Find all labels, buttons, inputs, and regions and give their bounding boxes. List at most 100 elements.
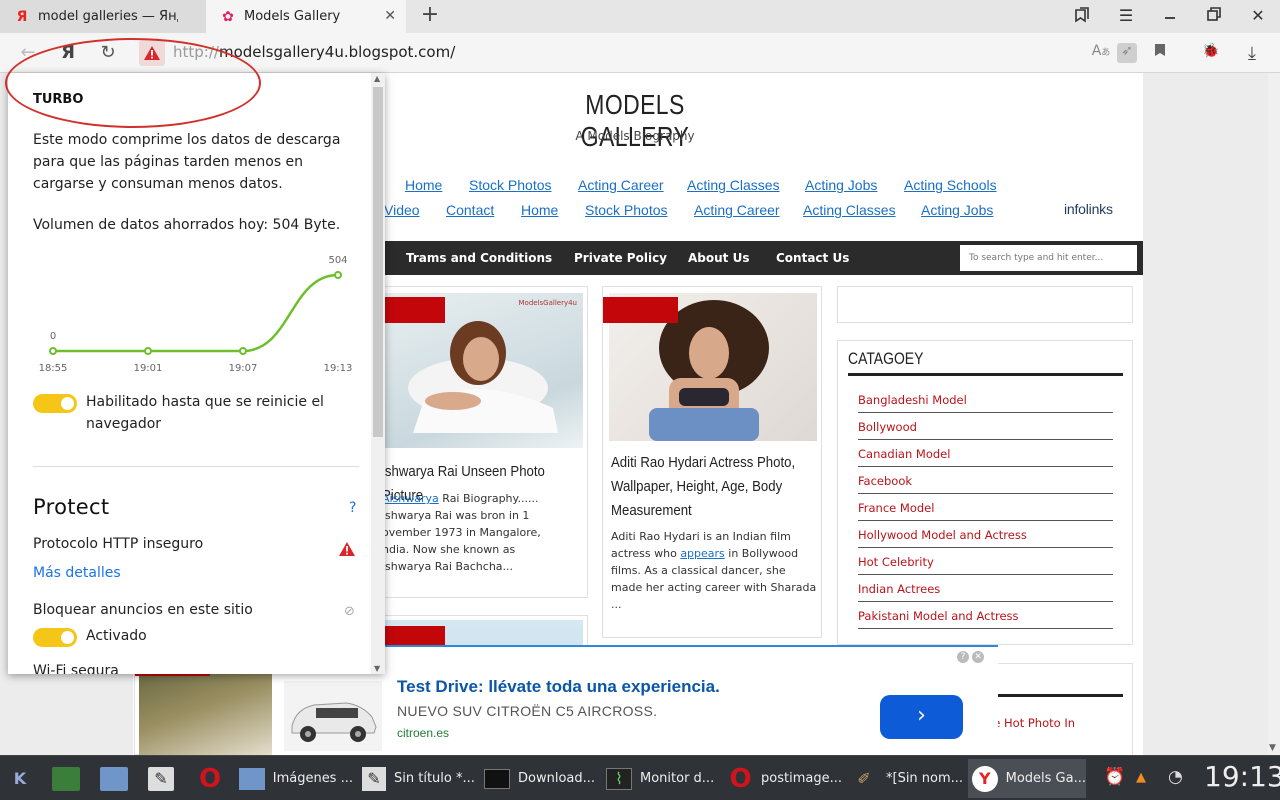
block-ads-status: Activado [86,628,147,644]
ad-car-image[interactable] [284,681,382,751]
ad-info-icon[interactable]: ? [957,651,969,663]
nav-link-stock-photos[interactable]: Stock Photos [469,177,552,193]
file-manager-launcher[interactable] [96,759,136,798]
menu-icon[interactable]: ☰ [1115,6,1137,26]
page-scrollbar[interactable]: ▼ [1268,73,1280,755]
ad-close-icon[interactable]: ✕ [972,651,985,663]
insecure-http-label: Protocolo HTTP inseguro [33,536,204,552]
scroll-down-icon[interactable]: ▼ [374,664,380,673]
tray-expand-icon[interactable]: ▲ [1136,770,1146,785]
post-title[interactable]: Aditi Rao Hydari Actress Photo, Wallpape… [611,451,813,523]
menu-about[interactable]: About Us [688,251,749,265]
reload-icon[interactable]: ↻ [96,41,120,65]
taskbar-item-postimage[interactable]: Opostimage... [724,759,842,798]
category-item[interactable]: Pakistani Model and Actress [858,602,1113,629]
scroll-down-icon[interactable]: ▼ [1269,743,1276,753]
nav-link-home[interactable]: Home [405,177,442,193]
menu-privacy[interactable]: Private Policy [574,251,667,265]
category-item[interactable]: Canadian Model [858,440,1113,467]
block-ads-toggle[interactable] [33,628,77,647]
nav-link-acting-jobs[interactable]: Acting Jobs [805,177,877,193]
post-excerpt-link[interactable]: Aishwarya [382,492,439,505]
more-details-link[interactable]: Más detalles [33,565,121,581]
toggle-knob [61,397,74,410]
ad-domain[interactable]: citroen.es [397,726,449,740]
tab-models-gallery[interactable]: ✿ Models Gallery ✕ [206,0,406,33]
taskbar-item-untitled[interactable]: ✎ Sin título *... [358,759,476,798]
chart-x-tick-label: 19:07 [229,363,258,374]
text-editor-launcher[interactable]: ✎ [144,759,184,798]
nav-link-stock-photos-2[interactable]: Stock Photos [585,202,668,218]
bookmarks-panel-icon[interactable] [1071,6,1093,26]
protect-help-link[interactable]: ? [349,500,356,516]
taskbar-item-download[interactable]: Download... [480,759,598,798]
scroll-up-icon[interactable]: ▲ [374,74,380,83]
network-icon[interactable]: ◔ [1168,767,1183,787]
category-item[interactable]: Indian Actrees [858,575,1113,602]
watermark-text: ModelsGallery4u [518,299,578,307]
address-bar: ← Я ↻ http://modelsgallery4u.blogspot.co… [0,33,1280,73]
taskbar-item-images[interactable]: Imágenes ... [235,759,353,798]
restore-icon[interactable] [1203,6,1225,26]
post-card-aishwarya[interactable]: ModelsGallery4u ishwarya Rai Unseen Phot… [370,286,588,598]
back-arrow-icon[interactable]: ← [16,41,40,65]
download-icon[interactable]: ⤓ [1242,43,1262,64]
nav-link-acting-classes[interactable]: Acting Classes [687,177,780,193]
ladybug-extension-icon[interactable]: 🐞 [1201,43,1221,63]
tab-yandex-search[interactable]: Я model galleries — Яндекс [0,0,206,33]
tab-title: Models Gallery [244,9,341,24]
chart-point [49,347,57,355]
close-window-icon[interactable]: ✕ [1247,6,1269,26]
site-title[interactable]: MODELS GALLERY [541,89,730,153]
block-ads-icon[interactable]: ⊘ [344,604,355,619]
nav-link-acting-schools[interactable]: Acting Schools [904,177,997,193]
translate-icon[interactable]: Aあ [1091,43,1111,63]
category-item[interactable]: Hollywood Model and Actress [858,521,1113,548]
yandex-home-icon[interactable]: Я [56,41,80,65]
nav-link-video[interactable]: Video [384,202,420,218]
ad-info-close-icons[interactable]: ? ✕ [957,651,985,663]
toggle-knob [61,631,74,644]
category-item[interactable]: Bollywood [858,413,1113,440]
post-card-aditi[interactable]: Aditi Rao Hydari Actress Photo, Wallpape… [602,286,822,638]
block-ads-label: Bloquear anuncios en este sitio [33,602,253,618]
alarm-clock-icon[interactable]: ⏰ [1104,767,1125,787]
site-tagline: A Models Biography [575,129,695,143]
category-item[interactable]: Hot Celebrity [858,548,1113,575]
post-excerpt-link[interactable]: appears [680,547,724,560]
infolinks-logo[interactable]: infolinks [1064,201,1113,217]
opera-launcher[interactable]: O [192,759,232,798]
nav-link-acting-career[interactable]: Acting Career [578,177,664,193]
turbo-rocket-icon[interactable]: ➶ [1117,43,1137,63]
close-tab-icon[interactable]: ✕ [384,8,396,24]
system-monitor-launcher[interactable] [48,759,88,798]
site-search-input[interactable] [960,245,1137,271]
kde-launcher-icon[interactable]: K [4,759,40,798]
turbo-title: TURBO [33,92,84,107]
turbo-toggle[interactable] [33,394,77,413]
nav-link-acting-classes-2[interactable]: Acting Classes [803,202,896,218]
nav-link-home-2[interactable]: Home [521,202,558,218]
nav-link-acting-career-2[interactable]: Acting Career [694,202,780,218]
taskbar-item-monitor[interactable]: ⌇ Monitor d... [602,759,720,798]
ad-cta-button[interactable]: › [880,695,963,739]
url-field[interactable]: http://modelsgallery4u.blogspot.com/ [173,43,455,61]
category-item[interactable]: Bangladeshi Model [858,386,1113,413]
ad-title[interactable]: Test Drive: llévate toda una experiencia… [397,677,720,697]
category-item[interactable]: France Model [858,494,1113,521]
security-warning-button[interactable] [139,40,165,66]
bookmark-icon[interactable] [1150,43,1170,63]
recent-post-link[interactable]: ne Hot Photo In [986,716,1075,730]
popup-scrollbar[interactable]: ▲ ▼ [371,73,385,674]
clock[interactable]: 19:13 [1204,760,1280,793]
category-item[interactable]: Facebook [858,467,1113,494]
menu-terms[interactable]: Trams and Conditions [406,251,552,265]
menu-contact[interactable]: Contact Us [776,251,849,265]
new-tab-button[interactable]: + [418,4,442,28]
nav-link-acting-jobs-2[interactable]: Acting Jobs [921,202,993,218]
popup-scroll-thumb[interactable] [373,87,383,437]
nav-link-contact[interactable]: Contact [446,202,494,218]
taskbar-item-untitled-image[interactable]: ✐ *[Sin nom... [846,759,964,798]
minimize-icon[interactable] [1159,6,1181,26]
taskbar-item-models-gallery[interactable]: Y Models Ga... [968,759,1086,798]
